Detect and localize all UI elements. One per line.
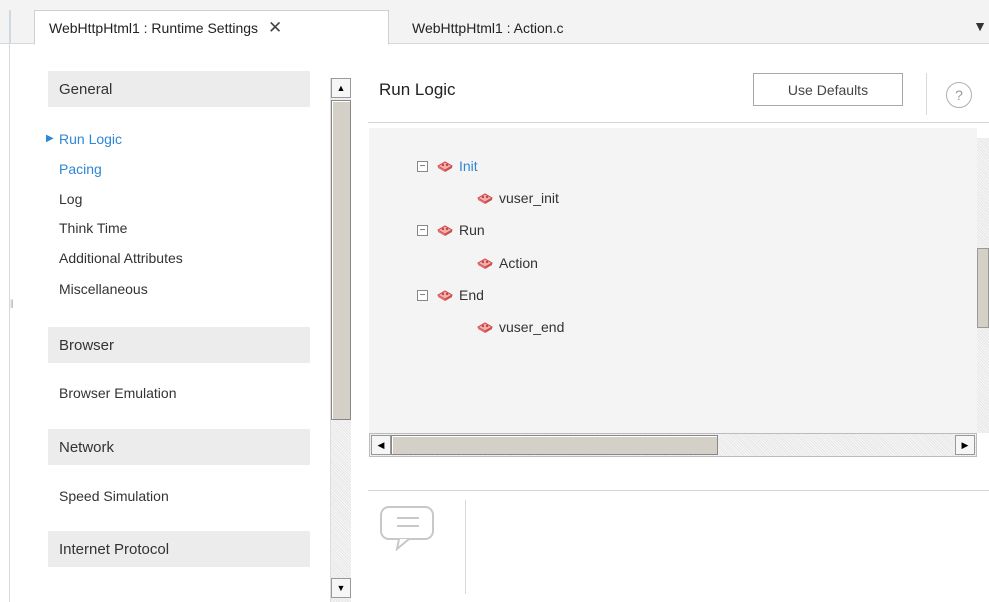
brick-icon (437, 225, 453, 236)
tree-node-label: vuser_init (499, 190, 559, 206)
tree-node-label: End (459, 287, 484, 303)
section-header-internet-protocol: Internet Protocol (48, 531, 310, 567)
brick-icon (437, 290, 453, 301)
nav-item-label: Run Logic (59, 131, 123, 147)
nav-item-additional-attributes[interactable]: Additional Attributes (59, 248, 183, 268)
scroll-left-icon[interactable]: ◀ (371, 435, 391, 455)
page-title: Run Logic (379, 80, 456, 99)
brick-icon (477, 193, 493, 204)
help-icon[interactable]: ? (946, 82, 972, 108)
collapse-icon[interactable]: − (417, 289, 428, 301)
tab-runtime-settings[interactable]: WebHttpHtml1 : Runtime Settings ✕ (34, 10, 389, 45)
nav-item-think-time[interactable]: Think Time (59, 218, 127, 238)
scrollbar-thumb[interactable] (977, 248, 989, 328)
scroll-down-icon[interactable]: ▼ (331, 578, 351, 598)
tree-node-vuser-end[interactable]: vuser_end (477, 316, 564, 338)
tree-horizontal-scrollbar[interactable]: ◀ ▶ (369, 433, 977, 457)
brick-icon (477, 322, 493, 333)
tree-node-label: Init (459, 158, 478, 174)
tab-menu-icon[interactable]: ▼ (973, 18, 987, 34)
nav-item-speed-simulation[interactable]: Speed Simulation (59, 486, 169, 506)
brick-icon (437, 161, 453, 172)
section-header-browser: Browser (48, 327, 310, 363)
nav-item-log[interactable]: Log (59, 189, 82, 209)
use-defaults-button[interactable]: Use Defaults (753, 73, 903, 106)
nav-item-pacing[interactable]: Pacing (59, 159, 102, 179)
tree-node-init[interactable]: − Init (417, 155, 478, 177)
nav-item-miscellaneous[interactable]: Miscellaneous (59, 279, 148, 299)
section-header-network: Network (48, 429, 310, 465)
tree-node-action[interactable]: Action (477, 252, 538, 274)
tree-node-label: vuser_end (499, 319, 565, 335)
nav-item-browser-emulation[interactable]: Browser Emulation (59, 383, 177, 403)
pane-border (9, 44, 10, 602)
scrollbar-thumb[interactable] (331, 100, 351, 420)
tab-action-c[interactable]: WebHttpHtml1 : Action.c (398, 10, 638, 45)
collapse-icon[interactable]: − (417, 224, 428, 236)
scroll-up-icon[interactable]: ▲ (331, 78, 351, 98)
tab-label: WebHttpHtml1 : Action.c (412, 19, 564, 36)
collapse-icon[interactable]: − (417, 160, 428, 172)
run-logic-tree: − Init vuser_init − Run Action − End vus… (369, 128, 977, 433)
divider (368, 122, 989, 123)
splitter-grip-icon[interactable]: || (10, 298, 14, 308)
tab-bar: WebHttpHtml1 : Runtime Settings ✕ WebHtt… (0, 0, 989, 45)
section-header-general: General (48, 71, 310, 107)
scrollbar-thumb[interactable] (391, 435, 718, 455)
nav-item-run-logic[interactable]: ▶ Run Logic (46, 129, 123, 149)
tabbar-edge (9, 10, 11, 44)
tab-label: WebHttpHtml1 : Runtime Settings (49, 19, 259, 36)
nav-scrollbar[interactable]: ▲ ▼ (330, 78, 351, 602)
divider (926, 73, 927, 115)
tree-node-label: Action (499, 255, 538, 271)
tree-node-label: Run (459, 222, 485, 238)
divider (368, 490, 989, 491)
tree-node-end[interactable]: − End (417, 284, 484, 306)
divider (465, 500, 466, 594)
tree-vertical-scrollbar[interactable] (977, 138, 989, 433)
brick-icon (477, 258, 493, 269)
selected-marker-icon: ▶ (46, 133, 54, 144)
close-icon[interactable]: ✕ (268, 18, 282, 38)
settings-nav: General ▶ Run Logic Pacing Log Think Tim… (34, 44, 330, 602)
comment-icon[interactable] (379, 505, 437, 551)
tree-node-run[interactable]: − Run (417, 219, 485, 241)
tree-node-vuser-init[interactable]: vuser_init (477, 187, 559, 209)
scroll-right-icon[interactable]: ▶ (955, 435, 975, 455)
